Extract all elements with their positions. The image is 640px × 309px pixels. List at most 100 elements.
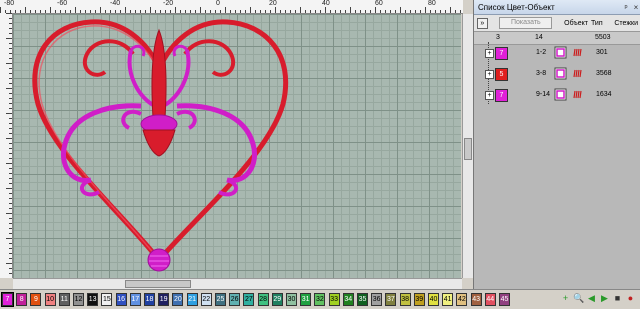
palette-color-42[interactable]: 42 [456, 293, 468, 306]
color-swatch[interactable]: 5 [495, 68, 508, 81]
arrow-left-icon[interactable]: ◀ [586, 293, 597, 304]
stitch-count: 1634 [596, 91, 612, 98]
palette-color-26[interactable]: 26 [229, 293, 241, 306]
zoom-icon[interactable]: 🔍 [573, 293, 584, 304]
ruler-tick [330, 10, 331, 13]
arrow-right-icon[interactable]: ▶ [599, 293, 610, 304]
palette-color-25[interactable]: 25 [215, 293, 226, 306]
palette-color-10[interactable]: 10 [44, 293, 56, 306]
scroll-thumb[interactable] [125, 280, 191, 288]
ruler-tick [315, 10, 316, 13]
ruler-tick [280, 10, 281, 13]
ruler-tick [395, 10, 396, 13]
ruler-tick [9, 273, 12, 274]
palette-color-8[interactable]: 8 [16, 293, 28, 306]
palette-color-20[interactable]: 20 [172, 293, 184, 306]
expand-icon[interactable]: + [485, 49, 494, 58]
close-icon[interactable]: × [631, 3, 640, 12]
palette-color-41[interactable]: 41 [442, 293, 454, 306]
palette-color-21[interactable]: 21 [186, 293, 198, 306]
ruler-tick [400, 7, 401, 13]
palette-color-40[interactable]: 40 [428, 293, 439, 306]
palette-color-22[interactable]: 22 [200, 293, 212, 306]
palette-color-35[interactable]: 35 [357, 293, 368, 306]
palette-color-17[interactable]: 17 [129, 293, 141, 306]
palette-color-45[interactable]: 45 [499, 293, 510, 306]
palette-color-30[interactable]: 30 [286, 293, 297, 306]
object-range: 1-2 [536, 49, 547, 56]
ruler-tick [9, 93, 12, 94]
stitch-count: 3568 [596, 70, 612, 77]
ruler-tick [370, 10, 371, 13]
ruler-tick [195, 10, 196, 13]
heart-embroidery-design[interactable] [13, 14, 461, 278]
palette-color-16[interactable]: 16 [115, 293, 127, 306]
column-header-object[interactable]: Объект [564, 20, 588, 27]
stitch-count: 301 [596, 49, 608, 56]
palette-color-19[interactable]: 19 [158, 293, 170, 306]
ruler-tick [6, 38, 12, 39]
palette-color-36[interactable]: 36 [371, 293, 383, 306]
record-icon[interactable]: ● [625, 293, 636, 304]
column-header-type[interactable]: Тип [591, 20, 603, 27]
ruler-tick [9, 208, 12, 209]
ruler-tick [55, 10, 56, 13]
ruler-tick [9, 73, 12, 74]
add-icon[interactable]: + [560, 293, 571, 304]
ruler-tick [9, 223, 12, 224]
palette-color-27[interactable]: 27 [243, 293, 255, 306]
ruler-tick [20, 10, 21, 13]
ruler-tick [30, 10, 31, 13]
ruler-tick [9, 123, 12, 124]
show-button[interactable]: Показать [499, 17, 553, 29]
ruler-tick [340, 10, 341, 13]
ruler-tick [6, 163, 12, 164]
palette-color-38[interactable]: 38 [399, 293, 411, 306]
ruler-tick [40, 10, 41, 13]
palette-color-34[interactable]: 34 [342, 293, 354, 306]
palette-color-32[interactable]: 32 [314, 293, 326, 306]
palette-color-37[interactable]: 37 [385, 293, 397, 306]
palette-color-43[interactable]: 43 [470, 293, 482, 306]
ruler-tick [6, 113, 12, 114]
palette-color-44[interactable]: 44 [484, 293, 496, 306]
ruler-tick [9, 53, 12, 54]
palette-color-39[interactable]: 39 [413, 293, 425, 306]
ruler-tick [70, 10, 71, 13]
palette-color-28[interactable]: 28 [257, 293, 269, 306]
palette-color-29[interactable]: 29 [271, 293, 283, 306]
stop-icon[interactable]: ■ [612, 293, 623, 304]
palette-color-7[interactable]: 7 [1, 292, 14, 307]
palette-color-33[interactable]: 33 [328, 293, 340, 306]
ruler-tick [225, 7, 226, 13]
ruler-tick [90, 10, 91, 13]
scroll-thumb[interactable] [464, 138, 472, 160]
ruler-tick [185, 10, 186, 13]
palette-color-9[interactable]: 9 [30, 293, 42, 306]
palette-color-31[interactable]: 31 [300, 293, 312, 306]
vertical-scrollbar[interactable] [462, 14, 473, 278]
ruler-tick [9, 23, 12, 24]
column-header-stitches[interactable]: Стежки [614, 20, 638, 27]
expand-icon[interactable]: + [485, 91, 494, 100]
design-canvas[interactable] [13, 14, 461, 278]
ruler-tick [80, 10, 81, 13]
palette-color-12[interactable]: 12 [73, 293, 84, 306]
palette-color-11[interactable]: 11 [58, 293, 70, 306]
palette-color-18[interactable]: 18 [144, 293, 155, 306]
palette-color-13[interactable]: 13 [87, 293, 99, 306]
collapse-icon[interactable]: » [477, 17, 488, 29]
expand-icon[interactable]: + [485, 70, 494, 79]
horizontal-scrollbar[interactable] [13, 278, 462, 289]
color-swatch[interactable]: 7 [495, 47, 508, 60]
color-object-row[interactable]: +7 9-14 1634 [474, 86, 640, 106]
color-object-row[interactable]: +7 1-2 301 [474, 44, 640, 64]
ruler-label: 80 [428, 0, 436, 7]
ruler-tick [135, 10, 136, 13]
ruler-tick [145, 10, 146, 13]
pin-icon[interactable]: ᵖ [621, 3, 631, 12]
ruler-label: -20 [163, 0, 174, 7]
color-object-row[interactable]: +5 3-8 3568 [474, 65, 640, 85]
palette-color-15[interactable]: 15 [101, 293, 113, 306]
color-swatch[interactable]: 7 [495, 89, 508, 102]
